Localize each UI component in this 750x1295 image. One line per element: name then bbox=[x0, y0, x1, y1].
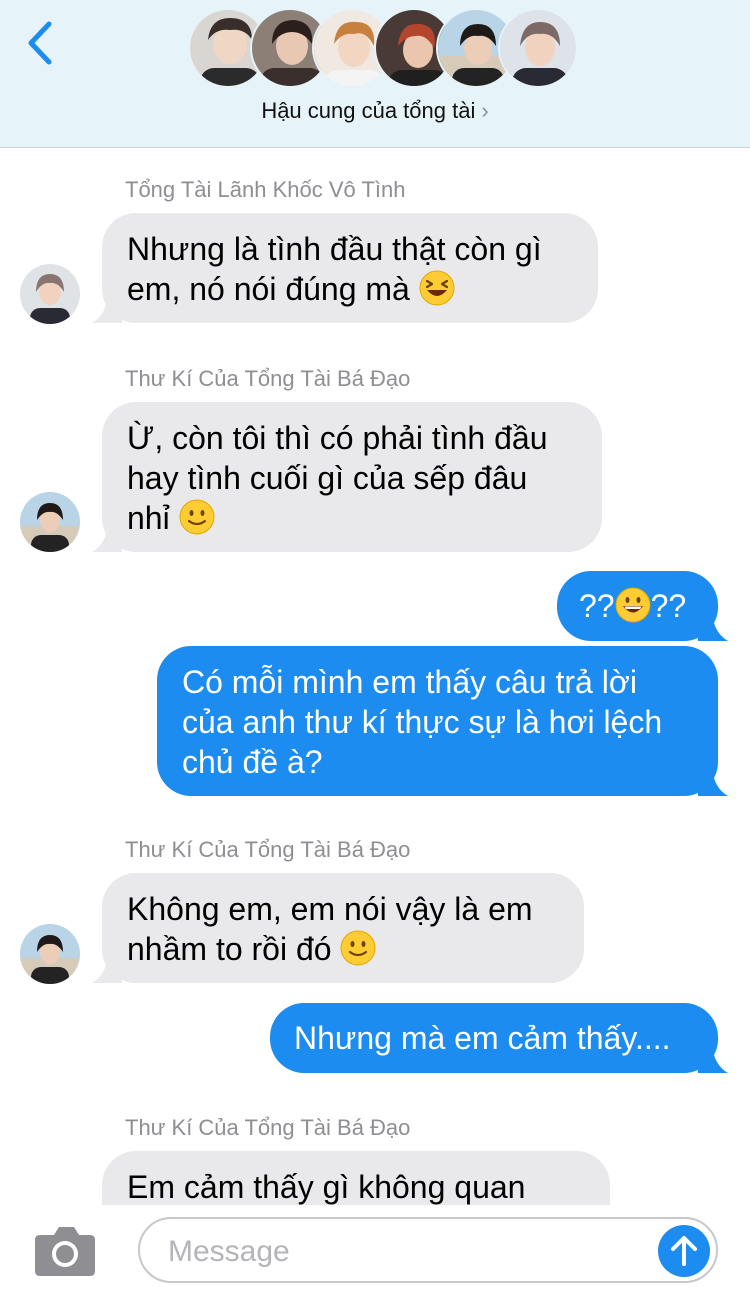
message-line: chủ đề à? bbox=[182, 744, 323, 780]
message-line: Ừ, còn tôi thì có phải tình đầu bbox=[127, 420, 548, 456]
bubble-tail bbox=[92, 955, 122, 983]
message-line: hay tình cuối gì của sếp đâu bbox=[127, 460, 528, 496]
bubble-tail bbox=[698, 768, 728, 796]
message-bubble[interactable]: Nhưng mà em cảm thấy.... bbox=[270, 1003, 728, 1073]
avatar[interactable] bbox=[20, 924, 80, 984]
slight-smile-icon bbox=[340, 930, 376, 975]
chevron-right-icon: › bbox=[481, 98, 489, 123]
message-bubble[interactable]: Không em, em nói vậy là em nhầm to rồi đ… bbox=[92, 873, 584, 983]
message-line: em, nó nói đúng mà bbox=[127, 271, 410, 307]
message-bubble[interactable]: Nhưng là tình đầu thật còn gì em, nó nói… bbox=[92, 213, 598, 323]
message-line: nhầm to rồi đó bbox=[127, 931, 332, 967]
sender-name: Thư Kí Của Tổng Tài Bá Đạo bbox=[125, 366, 411, 391]
laughing-face-icon bbox=[419, 270, 455, 315]
message-line: Nhưng mà em cảm thấy.... bbox=[294, 1020, 671, 1056]
chat-header: Hậu cung của tổng tài › bbox=[0, 0, 750, 148]
message-line: của anh thư kí thực sự là hơi lệch bbox=[182, 704, 663, 740]
group-avatars[interactable] bbox=[188, 8, 578, 90]
camera-button[interactable] bbox=[34, 1225, 96, 1277]
bubble-tail bbox=[698, 1045, 728, 1073]
group-name-label: Hậu cung của tổng tài bbox=[261, 98, 476, 123]
bubble-tail bbox=[92, 295, 122, 323]
message-placeholder: Message bbox=[168, 1235, 290, 1268]
sender-name: Thư Kí Của Tổng Tài Bá Đạo bbox=[125, 837, 411, 862]
avatar[interactable] bbox=[20, 264, 80, 324]
message-bubble[interactable]: Có mỗi mình em thấy câu trả lời của anh … bbox=[157, 646, 728, 796]
sender-name: Thư Kí Của Tổng Tài Bá Đạo bbox=[125, 1115, 411, 1140]
camera-icon bbox=[35, 1227, 95, 1276]
member-avatar bbox=[498, 8, 578, 88]
bubble-tail bbox=[698, 613, 728, 641]
message-line: Nhưng là tình đầu thật còn gì bbox=[127, 231, 542, 267]
send-button[interactable] bbox=[658, 1225, 710, 1277]
message-line: Em cảm thấy gì không quan bbox=[127, 1169, 526, 1205]
grinning-face-icon bbox=[615, 587, 651, 632]
message-line: Không em, em nói vậy là em bbox=[127, 891, 533, 927]
back-button[interactable] bbox=[20, 18, 60, 68]
avatar[interactable] bbox=[20, 492, 80, 552]
message-line: nhỉ bbox=[127, 500, 170, 536]
message-bubble[interactable]: ?? ?? bbox=[557, 571, 728, 641]
message-bubble[interactable]: Ừ, còn tôi thì có phải tình đầu hay tình… bbox=[92, 402, 602, 552]
sender-name: Tổng Tài Lãnh Khốc Vô Tình bbox=[125, 177, 406, 202]
arrow-up-icon bbox=[671, 1236, 697, 1266]
message-input[interactable]: Message bbox=[138, 1217, 718, 1283]
slight-smile-icon bbox=[179, 499, 215, 544]
chevron-left-icon bbox=[28, 21, 52, 65]
group-name[interactable]: Hậu cung của tổng tài › bbox=[0, 98, 750, 124]
compose-bar: Message bbox=[0, 1205, 750, 1295]
message-line: Có mỗi mình em thấy câu trả lời bbox=[182, 664, 637, 700]
message-text: ?? bbox=[579, 588, 615, 624]
bubble-tail bbox=[92, 524, 122, 552]
message-text: ?? bbox=[650, 588, 687, 624]
